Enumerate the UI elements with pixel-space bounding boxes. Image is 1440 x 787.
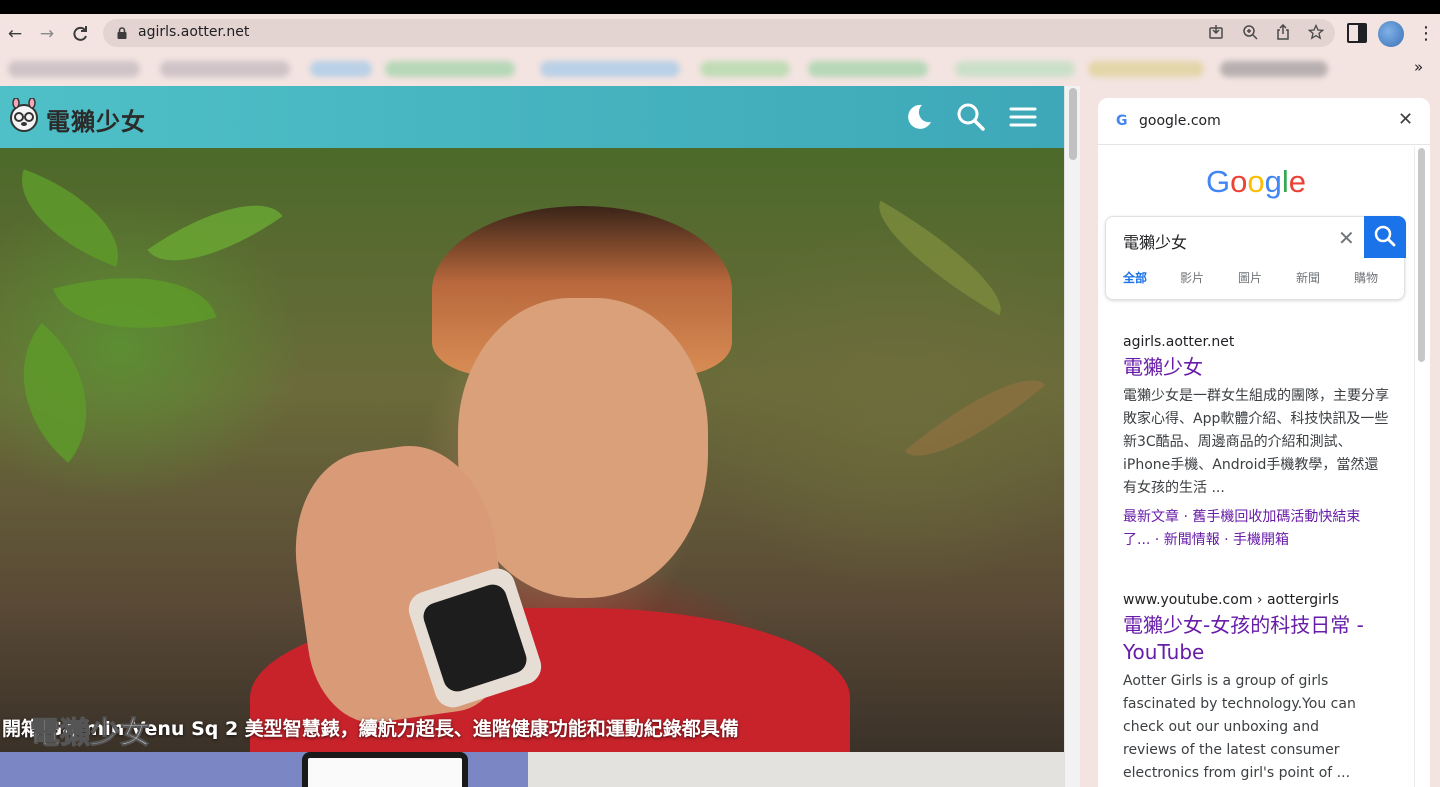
result-sitelinks[interactable]: 最新文章 · 舊手機回收加碼活動快結束了... · 新聞情報 · 手機開箱 xyxy=(1123,506,1383,552)
site-watermark: 電獺少女 xyxy=(30,716,151,752)
search-box: 電獺少女 ✕ 全部 影片 圖片 新聞 購物 xyxy=(1105,216,1406,300)
page-scrollbar[interactable] xyxy=(1064,86,1080,787)
google-logo-letter: l xyxy=(1281,164,1289,199)
forward-arrow-icon: → xyxy=(39,24,55,44)
side-panel-domain: google.com xyxy=(1139,113,1221,129)
search-icon xyxy=(1374,225,1396,247)
tab-all[interactable]: 全部 xyxy=(1123,269,1147,286)
close-icon[interactable]: ✕ xyxy=(1398,109,1413,130)
bookmark-item[interactable] xyxy=(385,61,515,77)
result-snippet: 電獺少女是一群女生組成的團隊，主要分享敗家心得、App軟體介紹、科技快訊及一些新… xyxy=(1123,388,1389,496)
profile-avatar[interactable] xyxy=(1378,21,1404,47)
moon-icon[interactable] xyxy=(904,102,934,132)
phone-photo xyxy=(302,752,468,787)
zoom-icon[interactable] xyxy=(1239,24,1261,42)
article-thumbnail[interactable] xyxy=(528,752,1064,787)
google-logo-letter: g xyxy=(1264,164,1282,199)
tab-shopping[interactable]: 購物 xyxy=(1354,269,1378,286)
browser-menu-button[interactable]: ⋮ xyxy=(1417,23,1435,45)
result-url[interactable]: www.youtube.com › aottergirls xyxy=(1123,592,1383,608)
reload-icon xyxy=(73,26,87,41)
tab-images[interactable]: 圖片 xyxy=(1238,269,1262,286)
main-page: 電獺少女 開箱 Garmin Venu Sq 2 美型智慧錶，續航力超長、進階健… xyxy=(0,86,1064,787)
leaf-decoration xyxy=(860,200,1020,316)
tab-news[interactable]: 新聞 xyxy=(1296,269,1320,286)
google-logo-letter: G xyxy=(1205,164,1231,199)
site-title[interactable]: 電獺少女 xyxy=(46,102,146,137)
bookmark-item[interactable] xyxy=(700,61,790,77)
hero-article-image[interactable]: 開箱 Garmin Venu Sq 2 美型智慧錶，續航力超長、進階健康功能和運… xyxy=(0,148,1064,752)
leaf-decoration xyxy=(904,354,1046,482)
google-favicon-icon: G xyxy=(1116,113,1128,129)
site-header: 電獺少女 xyxy=(0,86,1064,148)
scrollbar-thumb[interactable] xyxy=(1069,88,1077,160)
google-logo-letter: o xyxy=(1230,164,1248,199)
bookmark-item[interactable] xyxy=(955,61,1075,77)
bookmark-item[interactable] xyxy=(310,61,372,77)
install-app-icon[interactable] xyxy=(1205,24,1227,42)
leaf-decoration xyxy=(3,169,137,267)
result-title[interactable]: 電獺少女-女孩的科技日常 - YouTube xyxy=(1123,612,1383,666)
more-vert-icon: ⋮ xyxy=(1417,23,1435,44)
bookmark-item[interactable] xyxy=(808,61,928,77)
side-panel-scrollbar[interactable] xyxy=(1414,146,1428,787)
back-arrow-icon: ← xyxy=(7,24,23,44)
watch-screen xyxy=(419,580,531,696)
bookmark-item[interactable] xyxy=(8,61,140,77)
google-logo-letter: e xyxy=(1288,164,1306,199)
search-input[interactable]: 電獺少女 xyxy=(1123,229,1187,253)
reload-button[interactable] xyxy=(69,23,91,45)
article-thumbnail[interactable] xyxy=(0,752,528,787)
search-icon[interactable] xyxy=(956,102,986,132)
google-logo: Google xyxy=(1098,164,1414,200)
bookmark-item[interactable] xyxy=(540,61,680,77)
clear-search-icon[interactable]: ✕ xyxy=(1338,226,1355,250)
search-tabs: 全部 影片 圖片 新聞 購物 xyxy=(1106,267,1406,291)
bookmark-item[interactable] xyxy=(1088,61,1204,77)
lock-icon xyxy=(117,27,127,39)
side-panel-header: G google.com ✕ xyxy=(1098,98,1430,145)
back-button[interactable]: ← xyxy=(4,23,26,45)
bookmarks-overflow-button[interactable]: » xyxy=(1414,58,1423,76)
share-icon[interactable] xyxy=(1272,23,1294,42)
browser-toolbar: ← → agirls.aotter.net ⋮ xyxy=(0,14,1440,54)
search-result: www.youtube.com › aottergirls 電獺少女-女孩的科技… xyxy=(1123,592,1383,785)
side-panel: G google.com ✕ Google 電獺少女 ✕ 全部 影片 圖片 新聞… xyxy=(1098,98,1430,787)
tab-videos[interactable]: 影片 xyxy=(1180,269,1204,286)
leaf-decoration xyxy=(0,323,127,463)
result-url[interactable]: agirls.aotter.net xyxy=(1123,334,1391,350)
search-result: agirls.aotter.net 電獺少女 電獺少女是一群女生組成的團隊，主要… xyxy=(1123,334,1391,552)
search-button[interactable] xyxy=(1364,216,1406,258)
side-panel-toggle-icon[interactable] xyxy=(1347,23,1367,43)
result-snippet: Aotter Girls is a group of girls fascina… xyxy=(1123,673,1356,781)
bookmarks-bar: » xyxy=(0,54,1440,84)
hamburger-menu-icon[interactable] xyxy=(1008,102,1038,132)
bookmark-item[interactable] xyxy=(1220,61,1328,77)
url-text: agirls.aotter.net xyxy=(138,24,250,40)
leaf-decoration xyxy=(53,249,217,357)
system-top-bar xyxy=(0,0,1440,14)
bookmark-star-icon[interactable] xyxy=(1305,23,1327,42)
address-bar[interactable]: agirls.aotter.net xyxy=(103,19,1335,47)
otter-logo-icon[interactable] xyxy=(6,98,42,134)
forward-button[interactable]: → xyxy=(36,23,58,45)
result-title[interactable]: 電獺少女 xyxy=(1123,354,1391,381)
google-logo-letter: o xyxy=(1247,164,1265,199)
scrollbar-thumb[interactable] xyxy=(1418,148,1425,362)
leaf-decoration xyxy=(147,175,283,291)
bookmark-item[interactable] xyxy=(160,61,290,77)
